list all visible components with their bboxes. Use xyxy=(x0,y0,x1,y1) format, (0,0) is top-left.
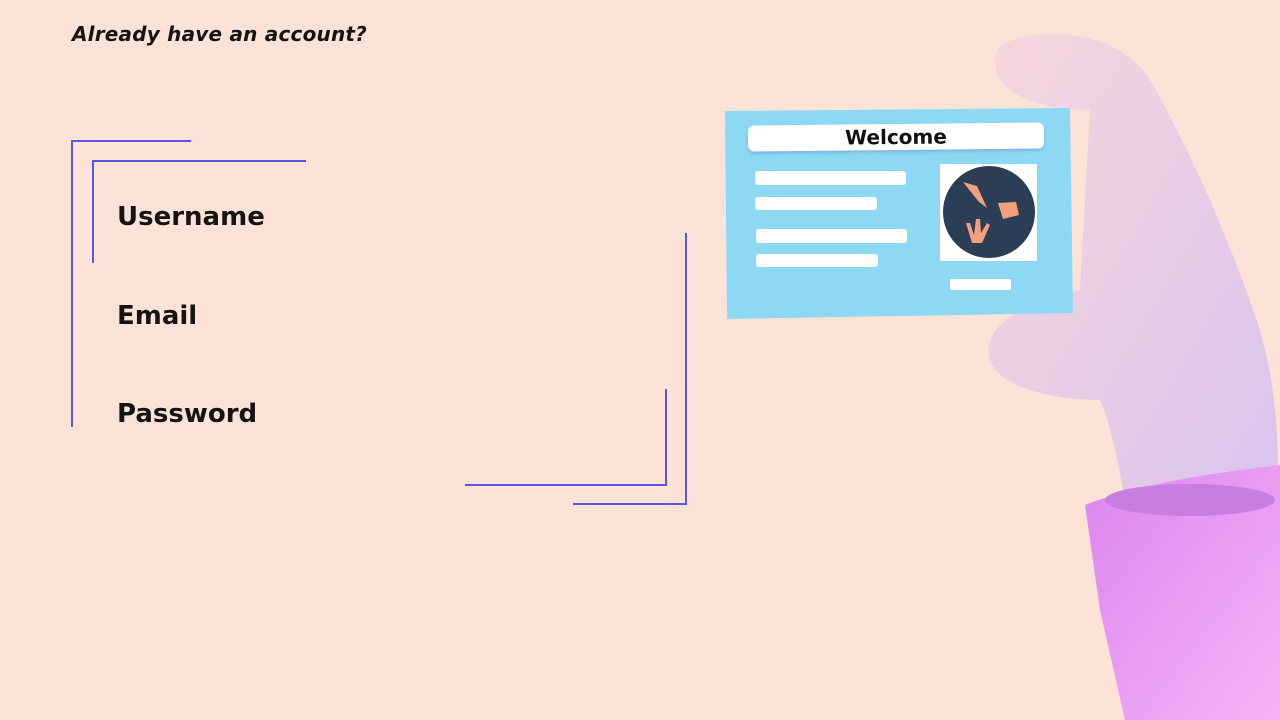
avatar xyxy=(943,166,1035,258)
card-title: Welcome xyxy=(747,122,1045,152)
sleeve xyxy=(1085,465,1280,720)
hand-holding-card-illustration xyxy=(725,34,1280,720)
